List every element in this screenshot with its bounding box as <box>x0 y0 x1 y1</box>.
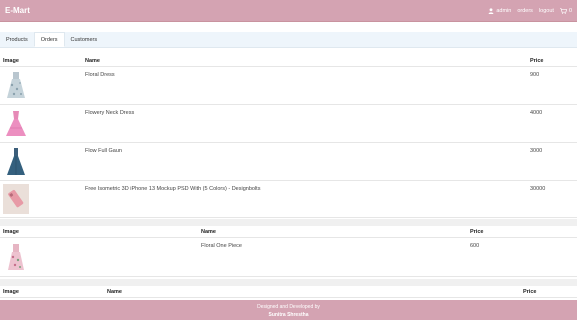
phone-mockup-image <box>3 184 29 214</box>
table-separator <box>0 219 577 226</box>
product-name: Flowery Neck Dress <box>85 110 135 116</box>
header-image: Image <box>3 228 19 235</box>
header-price: Price <box>523 288 537 295</box>
product-name: Floral One Piece <box>201 243 242 249</box>
product-price: 600 <box>470 243 480 249</box>
blue-gown-image <box>3 146 29 176</box>
orders-link[interactable]: orders <box>517 8 533 14</box>
product-name: Floral Dress <box>85 72 115 78</box>
table-header: Image Name Price <box>0 55 577 67</box>
logout-link[interactable]: logout <box>539 8 554 14</box>
admin-tabs: Products Orders Customers <box>0 32 577 48</box>
header-image: Image <box>3 288 19 295</box>
tab-orders[interactable]: Orders <box>33 32 65 47</box>
table-row: Flow Full Gaun 3000 <box>0 143 577 181</box>
order-table: Image Name Price <box>0 286 577 300</box>
footer-credit: Designed and Developed by <box>257 304 320 310</box>
cart-link[interactable]: 0 <box>559 7 572 14</box>
cart-count: 0 <box>568 7 572 14</box>
table-separator <box>0 279 577 286</box>
header-name: Name <box>85 57 100 64</box>
table-header: Image Name Price <box>0 226 577 238</box>
tab-products[interactable]: Products <box>0 32 34 47</box>
navbar: E-Mart admin orders logout 0 <box>0 0 577 22</box>
footer-author: Sunitra Shrestha <box>268 312 309 318</box>
floral-dress-image <box>3 70 29 100</box>
table-row: Floral One Piece 600 <box>0 238 577 277</box>
header-image: Image <box>3 57 19 64</box>
product-price: 4000 <box>530 110 543 116</box>
cart-icon <box>559 7 567 14</box>
product-price: 900 <box>530 72 540 78</box>
header-name: Name <box>201 228 216 235</box>
tab-customers[interactable]: Customers <box>65 32 104 47</box>
brand-logo[interactable]: E-Mart <box>5 6 30 15</box>
table-header: Image Name Price <box>0 286 577 298</box>
pink-dress-image <box>3 108 29 138</box>
header-price: Price <box>530 57 544 64</box>
header-name: Name <box>107 288 122 295</box>
table-row: Flowery Neck Dress 4000 <box>0 105 577 143</box>
floral-one-piece-image <box>3 242 29 272</box>
product-name: Free Isometric 3D iPhone 13 Mockup PSD W… <box>85 186 261 192</box>
table-row: Free Isometric 3D iPhone 13 Mockup PSD W… <box>0 181 577 218</box>
table-row: Floral Dress 900 <box>0 67 577 105</box>
user-link[interactable]: admin <box>488 8 511 14</box>
product-name: Flow Full Gaun <box>85 148 122 154</box>
order-table: Image Name Price Floral Dress 900 Flower <box>0 55 577 218</box>
nav-right: admin orders logout 0 <box>488 8 572 14</box>
user-label: admin <box>496 7 512 14</box>
order-table: Image Name Price Floral One Piece 600 <box>0 226 577 278</box>
user-icon <box>488 7 494 14</box>
footer: Designed and Developed by Sunitra Shrest… <box>0 300 577 320</box>
header-price: Price <box>470 228 484 235</box>
product-price: 30000 <box>530 186 546 192</box>
product-price: 3000 <box>530 148 543 154</box>
